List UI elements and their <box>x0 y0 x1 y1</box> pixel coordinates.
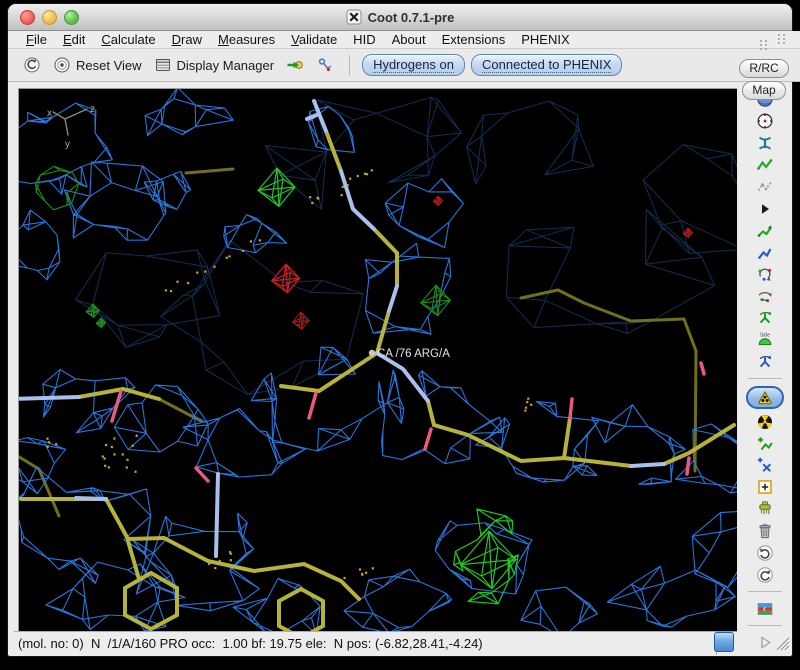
main-toolbar: Reset View Display Manager Hydrogens on Con… <box>8 48 800 82</box>
flip-peptide-green-icon[interactable] <box>754 309 776 328</box>
title-bar[interactable]: Coot 0.7.1-pre <box>8 4 792 31</box>
undo-icon[interactable] <box>754 543 776 562</box>
svg-text:Side: Side <box>759 332 769 338</box>
menu-extensions[interactable]: Extensions <box>434 32 514 47</box>
reset-view-button[interactable]: Reset View <box>50 54 145 76</box>
menu-edit[interactable]: Edit <box>55 32 93 47</box>
molecule-button[interactable] <box>313 54 337 76</box>
window-title: Coot 0.7.1-pre <box>367 9 455 25</box>
refine-icon[interactable] <box>754 134 776 153</box>
edit-chi-icon[interactable] <box>754 265 776 284</box>
map-button[interactable]: Map <box>742 81 786 100</box>
menu-bar: File Edit Calculate Draw Measures Validate HID… <box>8 31 800 48</box>
right-toolbar: Side <box>737 88 792 652</box>
menu-hid[interactable]: HID <box>345 32 383 47</box>
coot-window: Coot 0.7.1-pre File Edit Calculate Draw Meas… <box>8 4 800 656</box>
toolbar-label: Display Manager <box>176 57 275 73</box>
rotamer-icon[interactable] <box>754 243 776 262</box>
side-chain-180-icon[interactable]: Side <box>754 331 776 350</box>
menu-file[interactable]: File <box>18 32 55 47</box>
x11-app-icon <box>346 9 362 25</box>
flip-peptide-blue-icon[interactable] <box>754 353 776 372</box>
add-alt-conf-icon[interactable] <box>754 456 776 475</box>
mutate-autofit-icon[interactable] <box>745 386 784 410</box>
toolbar-separator <box>747 378 782 380</box>
toolbar-separator <box>747 591 782 593</box>
status-text: (mol. no: 0) N /1/A/160 PRO occ: 1.00 bf… <box>18 636 483 651</box>
axis-x-label: x <box>47 108 52 119</box>
side-grip[interactable] <box>758 38 770 56</box>
scroll-thumb[interactable] <box>714 632 734 652</box>
expand-triangle-icon[interactable] <box>754 199 776 218</box>
status-bar: (mol. no: 0) N /1/A/160 PRO occ: 1.00 bf… <box>14 631 717 655</box>
gl-canvas[interactable]: x z y CA /76 ARG/A <box>18 88 738 632</box>
menu-phenix[interactable]: PHENIX <box>513 32 577 47</box>
add-terminal-residue-icon[interactable] <box>754 434 776 453</box>
back-circle-button[interactable] <box>20 54 44 76</box>
menu-validate[interactable]: Validate <box>283 32 345 47</box>
menu-measures[interactable]: Measures <box>210 32 283 47</box>
toolbar-label: Reset View <box>76 57 142 73</box>
green-arrow-icon <box>286 56 304 74</box>
rrc-button[interactable]: R/RC <box>739 59 789 78</box>
rotate-translate-icon[interactable] <box>754 287 776 306</box>
display-manager-button[interactable]: Display Manager <box>151 54 278 76</box>
target-circle-icon <box>53 56 71 74</box>
flag-icon[interactable] <box>754 599 776 618</box>
toolbar-separator <box>349 55 351 75</box>
axis-z-label: z <box>90 104 95 115</box>
simple-mutate-icon[interactable] <box>754 412 776 431</box>
axis-y-label: y <box>65 139 70 150</box>
menu-draw[interactable]: Draw <box>164 32 210 47</box>
green-arrow-button[interactable] <box>283 54 307 76</box>
desktop: Coot 0.7.1-pre File Edit Calculate Draw Meas… <box>0 0 800 670</box>
auto-fit-rotamer-icon[interactable] <box>754 221 776 240</box>
molecule-icon <box>316 56 334 74</box>
connected-to-phenix-toggle[interactable]: Connected to PHENIX <box>471 54 623 76</box>
regularize-icon[interactable] <box>754 156 776 175</box>
menu-calculate[interactable]: Calculate <box>93 32 163 47</box>
toolbar-separator <box>747 625 782 626</box>
fill-partial-icon[interactable] <box>754 500 776 519</box>
menu-about[interactable]: About <box>384 32 434 47</box>
display-manager-icon <box>154 56 172 74</box>
place-atom-icon[interactable] <box>754 478 776 497</box>
atom-label: CA /76 ARG/A <box>377 348 450 360</box>
redo-icon[interactable] <box>754 565 776 584</box>
delete-item-icon[interactable] <box>754 522 776 541</box>
recentre-icon[interactable] <box>754 112 776 131</box>
resize-grip[interactable] <box>771 634 791 652</box>
hydrogens-on-toggle[interactable]: Hydrogens on <box>362 54 466 76</box>
rigid-body-icon[interactable] <box>754 178 776 197</box>
back-circle-icon <box>23 56 41 74</box>
